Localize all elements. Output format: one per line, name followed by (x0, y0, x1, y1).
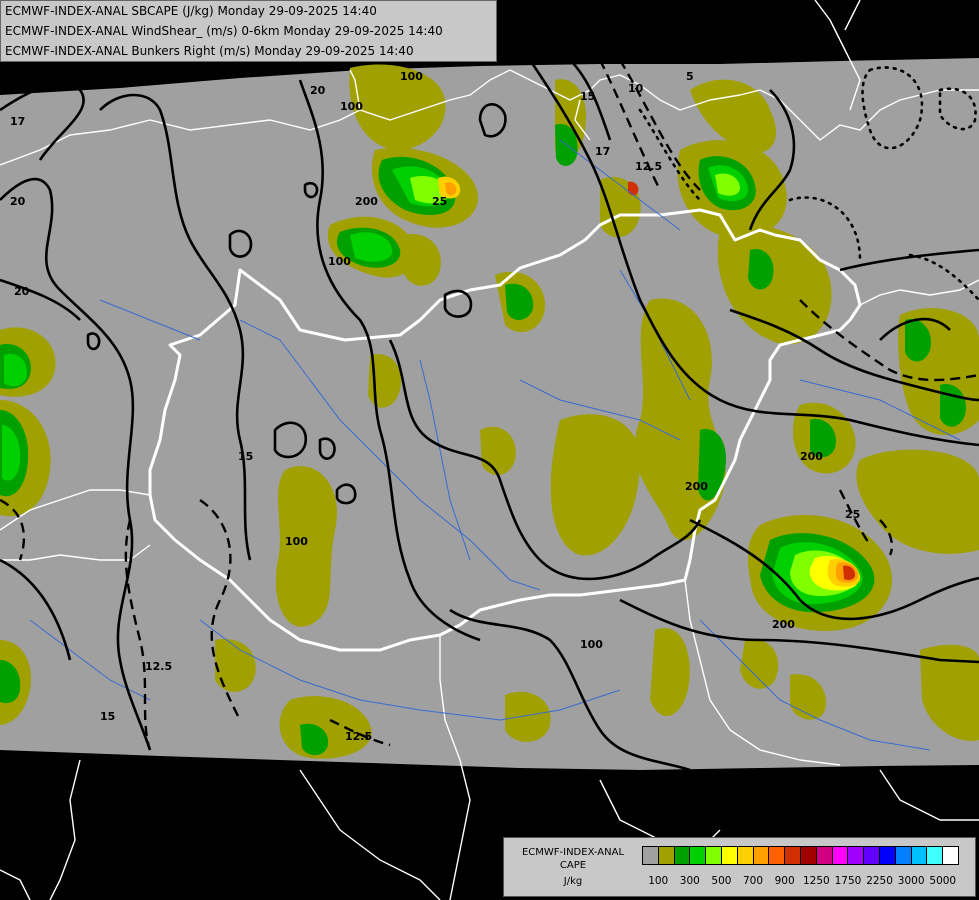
contour-label: 100 (340, 100, 363, 113)
legend-swatch (863, 846, 881, 865)
contour-label: 100 (328, 255, 351, 268)
legend-tick-label: 700 (743, 875, 764, 887)
contour-label: 200 (355, 195, 378, 208)
legend-tick-label: 1250 (803, 875, 830, 887)
contour-label: 200 (800, 450, 823, 463)
legend-swatch (736, 846, 754, 865)
contour-label: 10 (628, 82, 644, 95)
contour-label: 15 (580, 90, 595, 103)
contour-label: 100 (285, 535, 308, 548)
contour-label: 15 (238, 450, 253, 463)
map-viewer: 17 20 17 20 10 12.5 15 17 5 15 12.5 15 1… (0, 0, 979, 900)
title-bunkers: ECMWF-INDEX-ANAL Bunkers Right (m/s) Mon… (5, 44, 414, 58)
legend-swatch (657, 846, 675, 865)
legend-swatch (894, 846, 912, 865)
forecast-map: 17 20 17 20 10 12.5 15 17 5 15 12.5 15 1… (0, 0, 979, 900)
contour-label: 100 (400, 70, 423, 83)
contour-label: 12.5 (145, 660, 172, 673)
contour-label: 17 (140, 74, 155, 87)
legend-swatch (784, 846, 802, 865)
contour-label: 5 (686, 70, 694, 83)
legend-swatch (942, 846, 960, 865)
legend-tick-label: 5000 (929, 875, 957, 887)
legend-tick-label: 3000 (897, 875, 925, 887)
legend-swatch (800, 846, 817, 865)
contour-label: 25 (432, 195, 447, 208)
contour-label: 12.5 (635, 160, 662, 173)
contour-label: 20 (310, 84, 326, 97)
legend-swatch (689, 846, 707, 865)
contour-label: 25 (845, 508, 860, 521)
legend-tick-label: 500 (711, 875, 732, 887)
legend-tick-label: 100 (648, 875, 669, 887)
legend-tick-label: 300 (679, 875, 700, 887)
title-sbcape: ECMWF-INDEX-ANAL SBCAPE (J/kg) Monday 29… (5, 4, 377, 18)
legend-unit: J/kg (563, 876, 583, 887)
contour-label: 100 (580, 638, 603, 651)
contour-label: 200 (685, 480, 708, 493)
contour-label: 200 (772, 618, 795, 631)
contour-label: 20 (14, 285, 30, 298)
title-box: ECMWF-INDEX-ANAL SBCAPE (J/kg) Monday 29… (0, 0, 497, 62)
legend-swatch (879, 846, 896, 865)
legend: ECMWF-INDEX-ANAL CAPE J/kg 100 300 500 700 9… (503, 837, 976, 897)
legend-swatch (768, 846, 786, 865)
contour-label: 17 (595, 145, 610, 158)
legend-swatch (721, 846, 738, 865)
legend-swatch (831, 846, 849, 865)
legend-swatch (705, 846, 723, 865)
contour-label: 17 (10, 115, 25, 128)
legend-tick-label: 1750 (834, 875, 862, 887)
contour-label: 20 (10, 195, 26, 208)
legend-swatch (847, 846, 865, 865)
legend-swatch (642, 846, 659, 865)
contour-label: 12.5 (345, 730, 372, 743)
legend-tick-label: 2250 (866, 875, 893, 887)
legend-swatch (926, 846, 944, 865)
contour-label: 15 (100, 710, 115, 723)
legend-swatch (815, 846, 833, 865)
legend-swatch (910, 846, 928, 865)
legend-tick-label: 900 (774, 875, 795, 887)
title-windshear: ECMWF-INDEX-ANAL WindShear_ (m/s) 0-6km … (5, 24, 443, 38)
legend-source: ECMWF-INDEX-ANAL (521, 847, 625, 858)
legend-variable: CAPE (559, 860, 587, 871)
legend-swatch (673, 846, 691, 865)
legend-swatch (752, 846, 770, 865)
